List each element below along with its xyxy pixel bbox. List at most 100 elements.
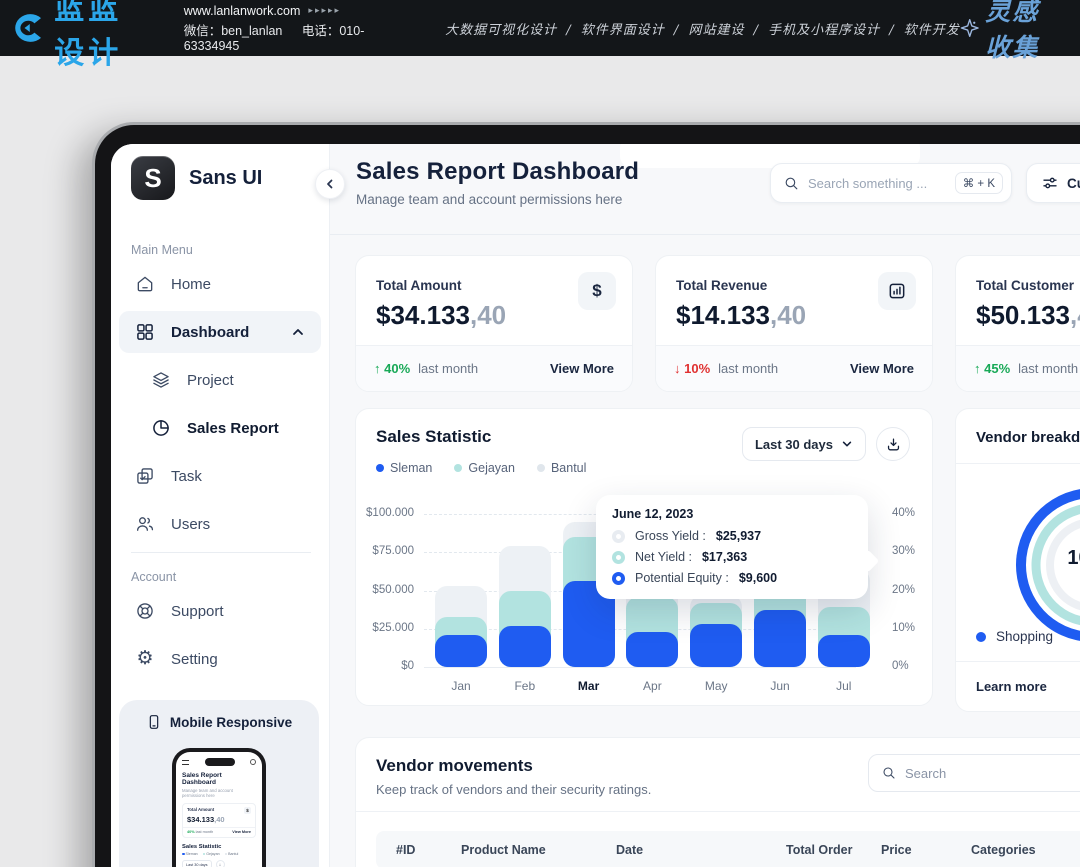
dashboard-icon [135, 322, 155, 342]
phone-stat-decimal: ,40 [214, 815, 224, 824]
y-axis-tick: $0 [356, 660, 414, 672]
ring-icon [612, 572, 625, 585]
vendor-breakdown-legend: Shopping [976, 629, 1080, 644]
page-header: Sales Report Dashboard Manage team and a… [330, 144, 1080, 235]
banner-services: 大数据可视化设计 / 软件界面设计 / 网站建设 / 手机及小程序设计 / 软件… [445, 19, 960, 38]
banner-collect[interactable]: 灵感收集 [960, 0, 1066, 64]
search-shortcut-badge: ⌘ + K [955, 172, 1003, 194]
table-column-header[interactable]: Categories [971, 831, 1036, 867]
layers-icon [151, 370, 171, 390]
donut-center-value: 100% [1048, 547, 1080, 570]
phone-page-title: Sales Report Dashboard [182, 772, 256, 786]
view-more-link[interactable]: View More [850, 361, 914, 376]
trend-badge: 40% [374, 361, 410, 376]
stage: 蓝蓝设计 www.lanlanwork.com ▸▸▸▸▸ 微信：ben_lan… [0, 0, 1080, 867]
table-column-header[interactable]: Price [881, 831, 912, 867]
laptop-frame: S Sans UI Main Menu Home Dashboard Proje… [92, 122, 1080, 867]
x-axis-label: Apr [620, 679, 684, 693]
stat-footer: 10% last month View More [656, 345, 932, 391]
table-search-input[interactable] [905, 766, 1080, 781]
chart-tooltip: June 12, 2023 Gross Yield$25,937 Net Yie… [596, 495, 868, 599]
divider [956, 463, 1080, 464]
global-search-input[interactable] [808, 176, 955, 191]
task-icon [135, 466, 155, 486]
customize-button[interactable]: Customize [1026, 163, 1080, 203]
learn-more-link[interactable]: Learn more [976, 679, 1047, 694]
chart-bar [754, 610, 806, 667]
dollar-icon [578, 272, 616, 310]
phone-stat-card: Total Amount$ $34.133,40 40% last month … [182, 803, 256, 838]
y-axis-tick: $100.000 [356, 507, 414, 519]
y-axis-right-tick: 40% [892, 507, 933, 519]
table-column-header[interactable]: #ID [396, 831, 415, 867]
sidebar-divider [131, 552, 311, 553]
x-axis-label: Jul [812, 679, 876, 693]
ring-icon [612, 530, 625, 543]
x-axis-label: Jun [748, 679, 812, 693]
main-content: Sales Report Dashboard Manage team and a… [330, 144, 1080, 867]
banner-logo-text: 蓝蓝设计 [54, 0, 155, 72]
sidebar-item-dashboard[interactable]: Dashboard [119, 311, 321, 353]
table-column-header[interactable]: Total Order [786, 831, 852, 867]
sparkle-icon [960, 15, 979, 41]
table-column-header[interactable]: Product Name [461, 831, 546, 867]
sidebar-item-label: Task [171, 468, 202, 485]
sidebar: S Sans UI Main Menu Home Dashboard Proje… [111, 144, 330, 867]
view-more-link[interactable]: View More [550, 361, 614, 376]
ring-icon [612, 551, 625, 564]
y-axis-right-tick: 30% [892, 545, 933, 557]
tooltip-date: June 12, 2023 [612, 507, 852, 521]
brand-logo: S [131, 156, 175, 200]
table-column-header[interactable]: Date [616, 831, 643, 867]
stat-card-total-customer: Total Customer $50.133,40 45% last month [955, 255, 1080, 392]
sidebar-item-home[interactable]: Home [119, 264, 321, 304]
banner-contact: www.lanlanwork.com ▸▸▸▸▸ 微信：ben_lanlan 电… [184, 4, 375, 53]
phone-view-more: View More [232, 830, 251, 834]
y-axis-right-tick: 10% [892, 622, 933, 634]
phone-notch [205, 758, 235, 766]
sidebar-item-label: Users [171, 516, 210, 533]
phone-icon [146, 714, 162, 730]
sidebar-collapse-button[interactable] [315, 169, 345, 199]
phone-download-icon: ↓ [216, 860, 225, 867]
sidebar-item-sales-report[interactable]: Sales Report [119, 408, 321, 448]
mobile-responsive-card[interactable]: Mobile Responsive Sales Report Dashboard… [119, 700, 319, 867]
phone-stat-title: Total Amount [187, 807, 214, 814]
sidebar-item-task[interactable]: Task [119, 456, 321, 496]
laptop-bezel: S Sans UI Main Menu Home Dashboard Proje… [95, 125, 1080, 867]
sidebar-item-project[interactable]: Project [119, 360, 321, 400]
pie-chart-icon [151, 418, 171, 438]
banner-collect-text: 灵感收集 [985, 0, 1066, 64]
phone-page-subtitle: Manage team and account permissions here [182, 788, 242, 800]
banner-url[interactable]: www.lanlanwork.com [184, 4, 301, 18]
stat-value: $14.133 [676, 300, 770, 330]
stat-decimal: ,40 [1070, 300, 1080, 330]
stat-title: Total Revenue [676, 278, 767, 293]
search-icon [783, 175, 800, 192]
table-search[interactable] [868, 754, 1080, 792]
y-axis-tick: $25.000 [356, 622, 414, 634]
lanlan-logo-icon [10, 7, 44, 49]
table-header-row: #ID Product Name Date Total Order Price Categ… [376, 831, 1080, 867]
global-search[interactable]: ⌘ + K [770, 163, 1012, 203]
home-icon [135, 274, 155, 294]
banner-wechat: 微信：ben_lanlan [184, 24, 283, 38]
stat-decimal: ,40 [470, 300, 506, 330]
sidebar-item-support[interactable]: Support [119, 591, 321, 631]
chart-bar [690, 624, 742, 667]
legend-label: Shopping [996, 629, 1053, 644]
trend-note: last month [718, 361, 778, 376]
sidebar-item-users[interactable]: Users [119, 504, 321, 544]
stat-decimal: ,40 [770, 300, 806, 330]
stat-value: $50.133 [976, 300, 1070, 330]
phone-menu-icon [182, 760, 189, 765]
sidebar-section-main-menu: Main Menu [131, 243, 193, 257]
stat-card-total-revenue: Total Revenue $14.133,40 10% last month … [655, 255, 933, 392]
phone-section-title: Sales Statistic [182, 844, 256, 850]
y-axis-tick: $50.000 [356, 584, 414, 596]
sidebar-item-label: Dashboard [171, 324, 249, 341]
chart-gridline [424, 667, 856, 668]
sidebar-item-setting[interactable]: ⚙ Setting [119, 639, 321, 679]
trend-note: last month [1018, 361, 1078, 376]
sidebar-item-label: Project [187, 372, 234, 389]
